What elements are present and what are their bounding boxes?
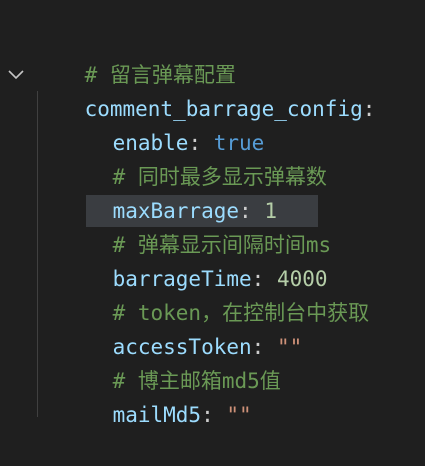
yaml-key: mailMd5 bbox=[112, 403, 202, 427]
yaml-colon: : bbox=[362, 97, 376, 121]
code-editor[interactable]: # 留言弹幕配置 comment_barrage_config: enable:… bbox=[0, 0, 425, 427]
code-line-7[interactable]: barrageTime: 4000 bbox=[62, 228, 328, 291]
code-line-8[interactable]: # token，在控制台中获取 bbox=[62, 262, 370, 325]
chevron-down-icon[interactable] bbox=[5, 63, 27, 85]
code-line-6[interactable]: # 弹幕显示间隔时间ms bbox=[62, 194, 332, 257]
code-line-5[interactable]: maxBarrage: 1 bbox=[62, 160, 277, 223]
code-line-4[interactable]: # 同时最多显示弹幕数 bbox=[62, 126, 327, 189]
yaml-value: "" bbox=[226, 403, 252, 427]
code-line-9[interactable]: accessToken: "" bbox=[62, 296, 303, 359]
yaml-colon: : bbox=[201, 403, 214, 427]
code-line-3[interactable]: enable: true bbox=[62, 92, 265, 155]
code-line-10[interactable]: # 博主邮箱md5值 bbox=[62, 330, 281, 393]
code-line-2[interactable]: comment_barrage_config: bbox=[34, 58, 376, 121]
code-line-11[interactable]: mailMd5: "" bbox=[62, 364, 252, 427]
code-line-1[interactable]: # 留言弹幕配置 bbox=[34, 24, 236, 87]
